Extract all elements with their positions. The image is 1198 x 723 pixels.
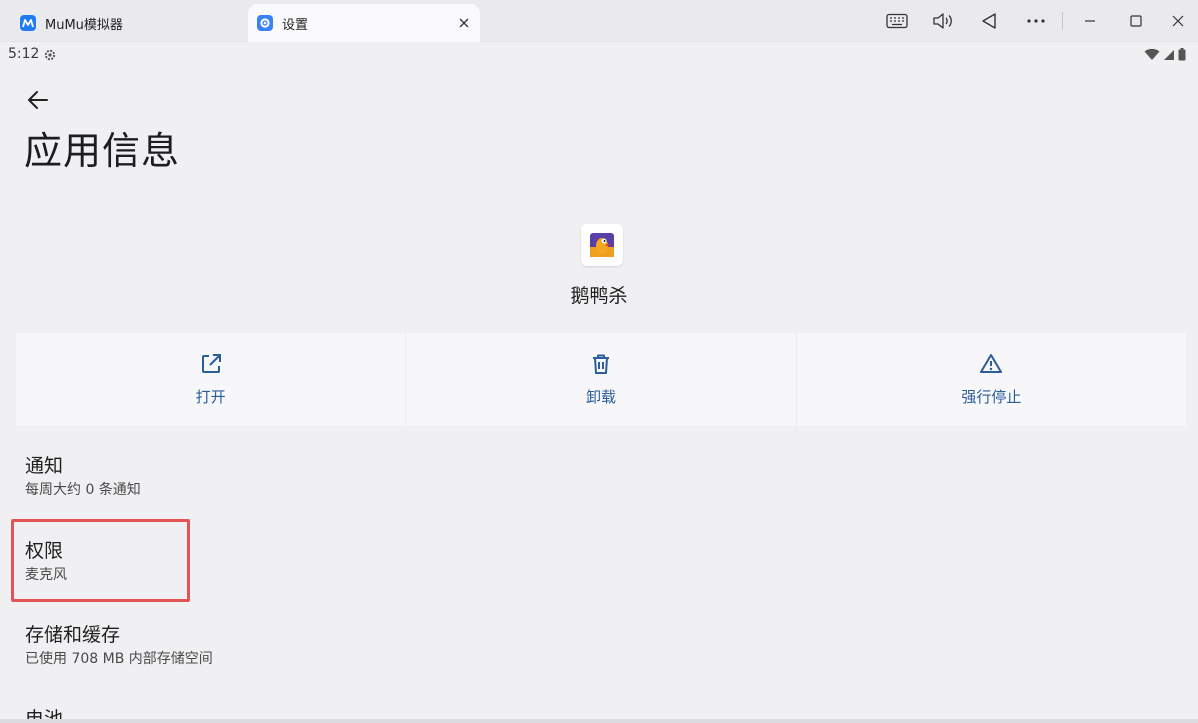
- open-label: 打开: [195, 388, 226, 406]
- back-button[interactable]: [24, 88, 52, 112]
- mumu-logo-icon: [20, 15, 36, 31]
- goose-duck-app-icon: [590, 233, 614, 257]
- status-clock: 5:12: [8, 46, 40, 62]
- warning-icon: [979, 352, 1003, 380]
- pref-summary: 每周大约 0 条通知: [25, 482, 141, 498]
- cell-signal-icon: [1163, 46, 1175, 65]
- open-button[interactable]: 打开: [16, 333, 407, 426]
- pref-title: 通知: [25, 455, 64, 477]
- settings-notification-icon: [43, 47, 57, 66]
- uninstall-label: 卸载: [585, 388, 616, 406]
- page-title: 应用信息: [24, 129, 181, 173]
- highlight-box: [11, 519, 190, 602]
- tab-label: MuMu模拟器: [45, 17, 123, 33]
- keyboard-icon[interactable]: [885, 9, 909, 33]
- status-bar: 5:12: [0, 42, 1198, 68]
- force-stop-label: 强行停止: [961, 388, 1022, 406]
- app-action-bar: 打开 卸载 强行停止: [16, 333, 1186, 426]
- minimize-icon[interactable]: [1078, 9, 1102, 33]
- open-external-icon: [199, 352, 223, 380]
- tab-mumu[interactable]: MuMu模拟器: [8, 4, 244, 42]
- wifi-icon: [1144, 46, 1160, 65]
- app-name: 鹅鸭杀: [570, 285, 628, 307]
- app-icon: [581, 224, 623, 266]
- window-bottom-edge: [0, 719, 1198, 723]
- trash-icon: [589, 352, 613, 380]
- pref-notifications[interactable]: 通知 每周大约 0 条通知: [25, 454, 141, 500]
- titlebar-separator: [1062, 12, 1063, 30]
- close-window-icon[interactable]: [1166, 9, 1190, 33]
- more-options-icon[interactable]: [1024, 9, 1048, 33]
- close-tab-icon[interactable]: [456, 15, 472, 31]
- window-titlebar: MuMu模拟器 设置: [0, 0, 1198, 42]
- nav-back-triangle-icon[interactable]: [977, 9, 1001, 33]
- pref-summary: 已使用 708 MB 内部存储空间: [25, 651, 213, 667]
- arrow-back-icon: [28, 91, 48, 109]
- pref-title: 存储和缓存: [25, 624, 121, 646]
- volume-icon[interactable]: [931, 9, 955, 33]
- uninstall-button[interactable]: 卸载: [406, 333, 797, 426]
- tab-label: 设置: [282, 17, 309, 33]
- battery-icon: [1178, 46, 1186, 65]
- status-icons: [1144, 46, 1186, 65]
- maximize-icon[interactable]: [1124, 9, 1148, 33]
- pref-storage[interactable]: 存储和缓存 已使用 708 MB 内部存储空间: [25, 623, 213, 669]
- tab-settings[interactable]: 设置: [248, 4, 480, 42]
- force-stop-button[interactable]: 强行停止: [796, 333, 1186, 426]
- settings-gear-icon: [257, 15, 273, 31]
